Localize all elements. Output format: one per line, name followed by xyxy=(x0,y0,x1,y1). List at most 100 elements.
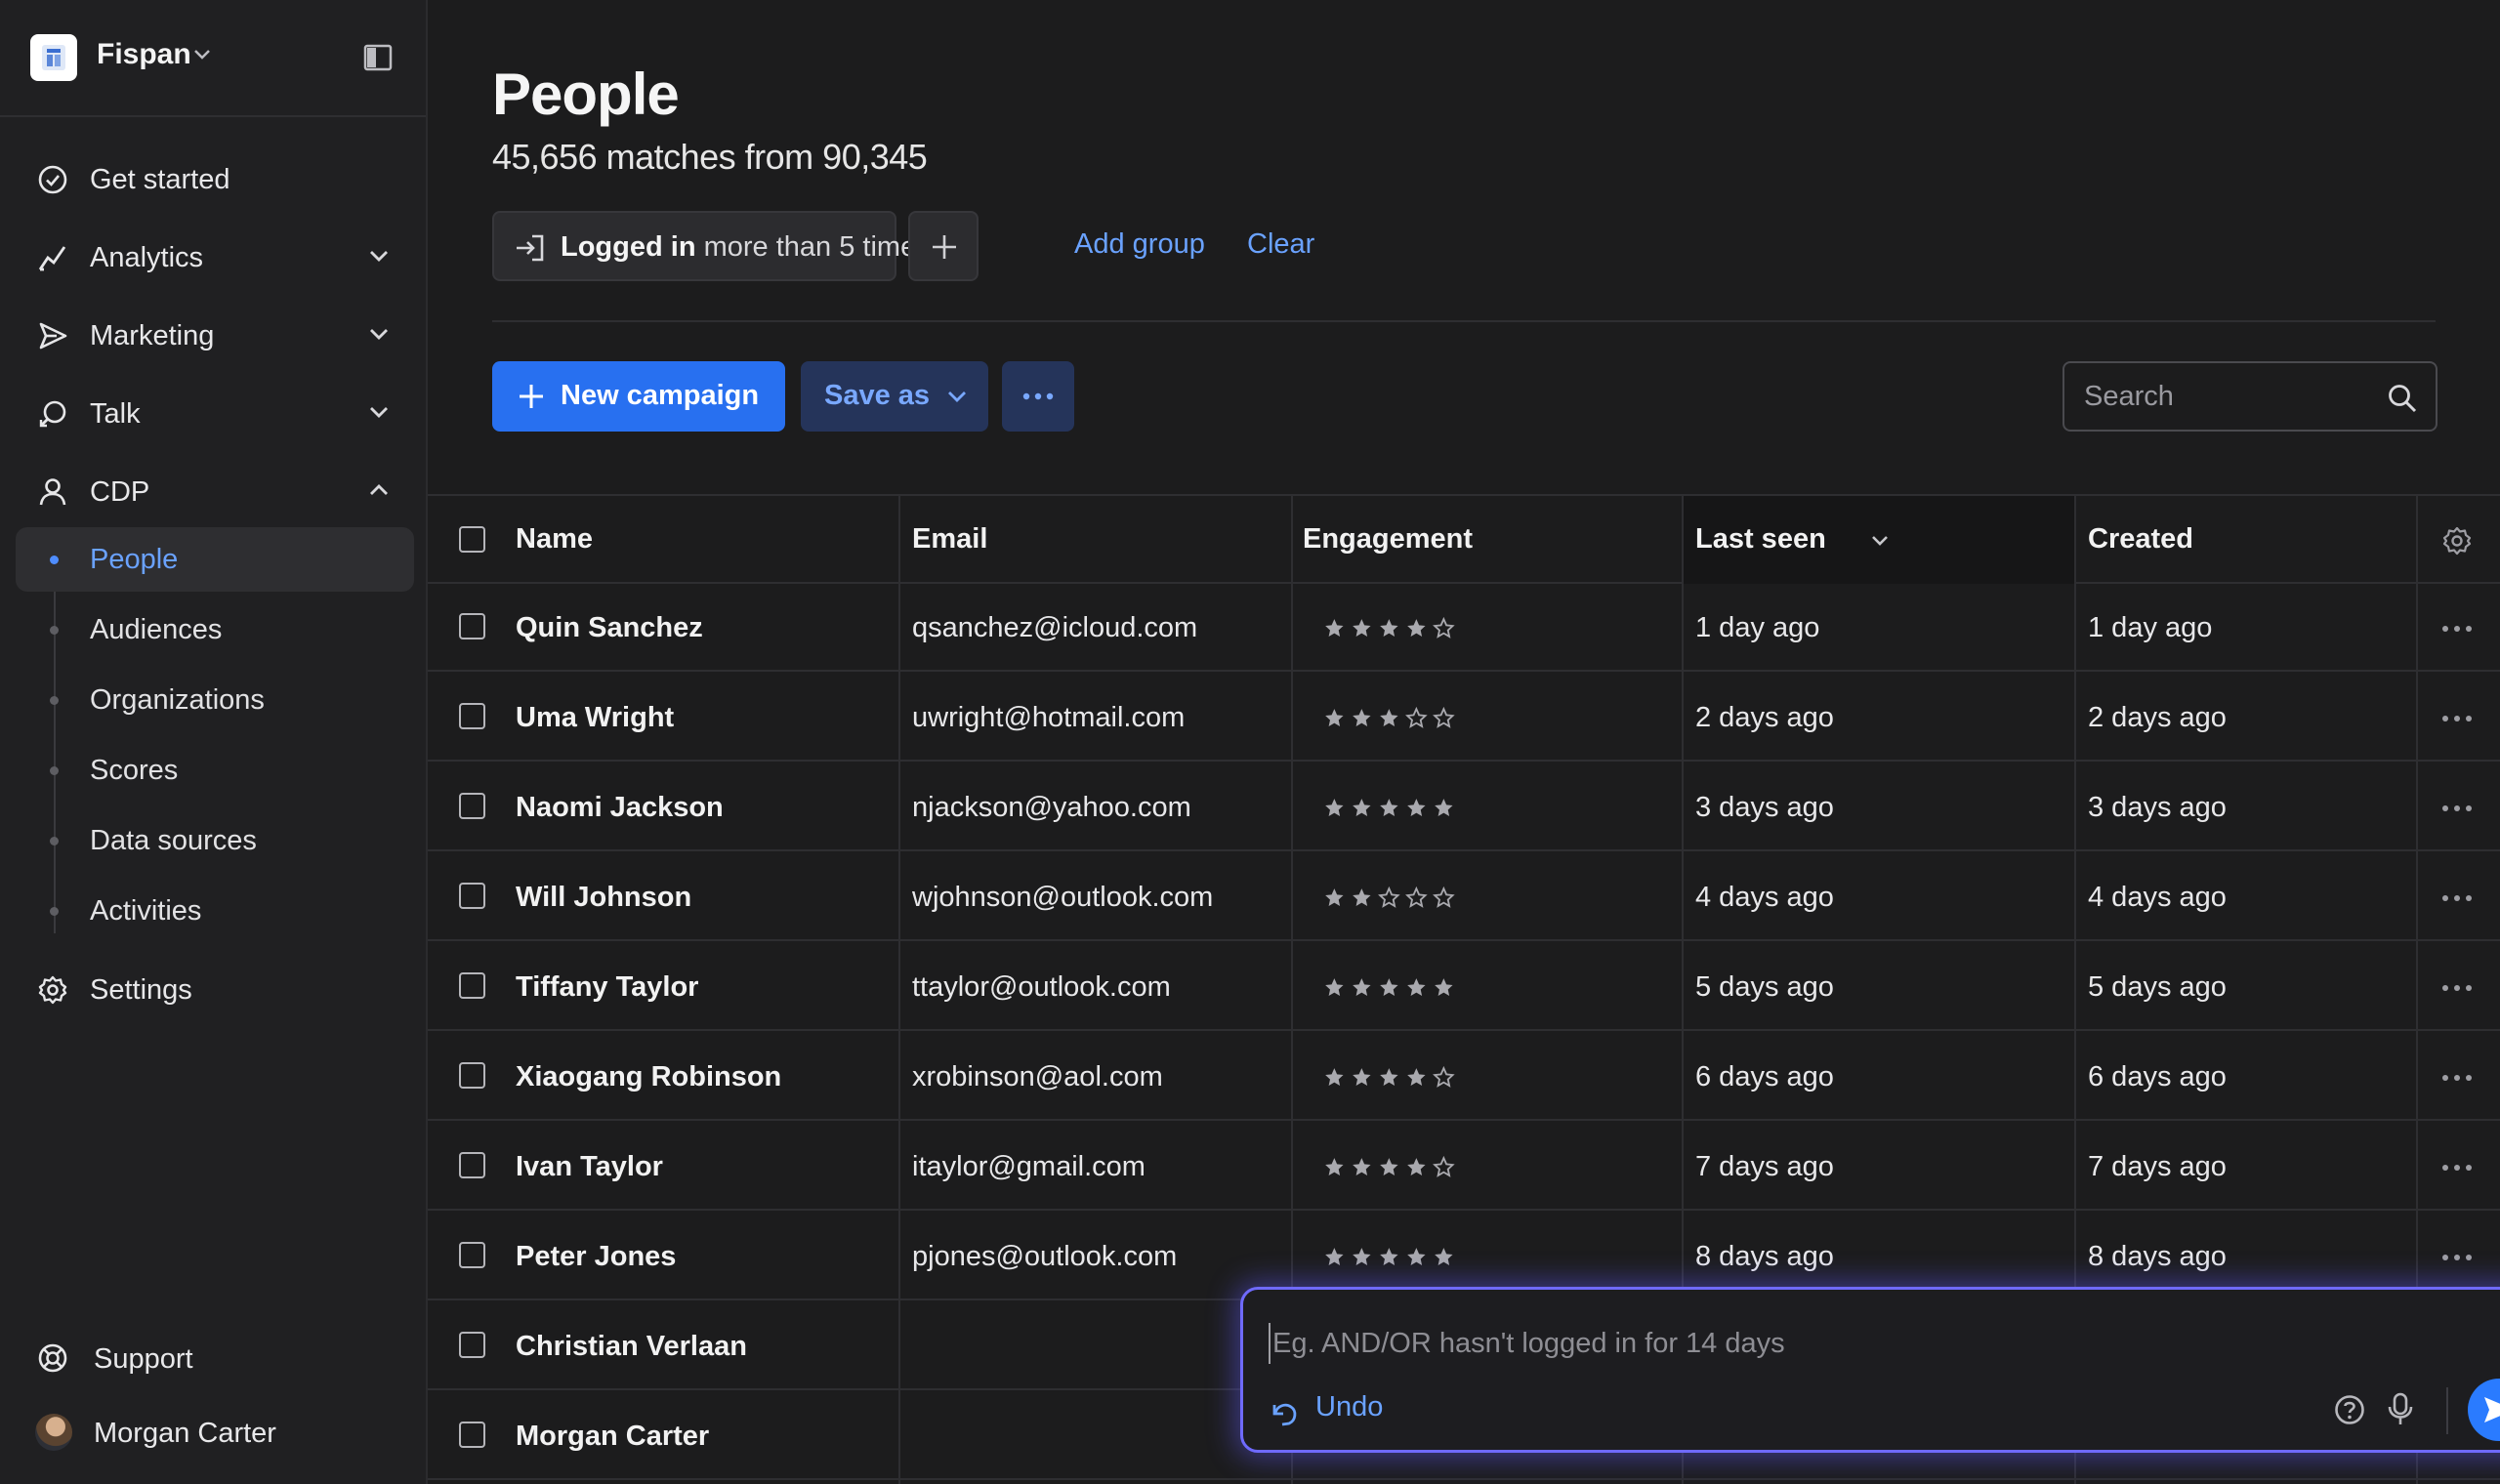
star-filled-icon xyxy=(1407,619,1426,637)
row-ellipsis-icon[interactable] xyxy=(2441,1164,2473,1172)
star-filled-icon xyxy=(1325,1068,1344,1086)
chevron-down-icon xyxy=(948,392,966,402)
gear-icon xyxy=(38,975,67,1005)
row-checkbox[interactable] xyxy=(459,883,485,909)
engagement-rating xyxy=(1325,1248,1453,1265)
row-checkbox[interactable] xyxy=(459,793,485,819)
column-header-last-seen[interactable]: Last seen xyxy=(1684,496,2074,584)
row-ellipsis-icon[interactable] xyxy=(2441,984,2473,992)
new-campaign-button[interactable]: New campaign xyxy=(492,361,785,432)
nav-marketing[interactable]: Marketing xyxy=(16,303,414,367)
nav-talk[interactable]: Talk xyxy=(16,381,414,445)
row-checkbox[interactable] xyxy=(459,613,485,639)
search-icon[interactable] xyxy=(2387,383,2418,414)
row-ellipsis-icon[interactable] xyxy=(2441,1074,2473,1082)
table-row[interactable]: Will Johnson wjohnson@outlook.com 4 days a… xyxy=(428,853,2500,941)
column-header-created[interactable]: Created xyxy=(2076,496,2408,584)
table-row[interactable]: Tiffany Taylor ttaylor@outlook.com 5 days … xyxy=(428,943,2500,1031)
cell-name: Morgan Carter xyxy=(516,1421,710,1452)
row-ellipsis-icon[interactable] xyxy=(2441,894,2473,902)
row-checkbox[interactable] xyxy=(459,972,485,999)
cell-email: itaylor@gmail.com xyxy=(912,1151,1146,1182)
nav-support[interactable]: Support xyxy=(16,1326,414,1390)
chart-line-icon xyxy=(38,246,66,271)
table-row[interactable]: Naomi Jackson njackson@yahoo.com 3 days ag… xyxy=(428,763,2500,851)
row-ellipsis-icon[interactable] xyxy=(2441,804,2473,812)
cell-last-seen: 3 days ago xyxy=(1695,792,1834,823)
star-empty-icon xyxy=(1433,706,1455,728)
sidebar-item-activities[interactable]: Activities xyxy=(16,879,414,943)
workspace-switcher[interactable]: Fispan xyxy=(0,0,426,117)
row-ellipsis-icon[interactable] xyxy=(2441,625,2473,633)
nav-get-started[interactable]: Get started xyxy=(16,146,414,211)
column-header-engagement[interactable]: Engagement xyxy=(1291,496,1633,584)
row-checkbox[interactable] xyxy=(459,1062,485,1089)
add-group-link[interactable]: Add group xyxy=(1074,228,1205,261)
prompt-input[interactable] xyxy=(1269,1323,2440,1364)
select-all-checkbox[interactable] xyxy=(459,526,485,553)
nav-analytics[interactable]: Analytics xyxy=(16,225,414,289)
sidebar-item-scores[interactable]: Scores xyxy=(16,738,414,803)
table-settings-gear-icon[interactable] xyxy=(2441,525,2473,556)
search-input[interactable] xyxy=(2084,377,2377,416)
filter-chip[interactable]: Logged in more than 5 times xyxy=(492,211,931,281)
undo-icon xyxy=(1272,1403,1297,1426)
star-filled-icon xyxy=(1325,1158,1344,1175)
more-actions-button[interactable] xyxy=(1002,361,1074,432)
sort-descending-icon xyxy=(1872,536,1888,546)
column-header-email[interactable]: Email xyxy=(900,496,1242,584)
row-checkbox[interactable] xyxy=(459,1422,485,1448)
nav-label: Analytics xyxy=(90,242,204,273)
star-filled-icon xyxy=(1380,709,1398,726)
prompt-divider xyxy=(2446,1387,2448,1434)
table-row[interactable]: Xiaogang Robinson xrobinson@aol.com 6 days… xyxy=(428,1033,2500,1121)
row-checkbox[interactable] xyxy=(459,1152,485,1178)
sidebar-item-people[interactable]: People xyxy=(16,527,414,592)
star-filled-icon xyxy=(1380,1248,1398,1265)
cell-last-seen: 5 days ago xyxy=(1695,971,1834,1003)
star-filled-icon xyxy=(1407,978,1426,996)
nav-settings[interactable]: Settings xyxy=(16,957,414,1021)
star-empty-icon xyxy=(1378,886,1400,908)
cell-created: 1 day ago xyxy=(2088,612,2213,643)
sidebar-item-data-sources[interactable]: Data sources xyxy=(16,808,414,873)
row-ellipsis-icon[interactable] xyxy=(2441,715,2473,722)
nav-cdp[interactable]: CDP xyxy=(16,459,414,523)
row-ellipsis-icon[interactable] xyxy=(2441,1254,2473,1261)
table-row[interactable]: Quin Sanchez qsanchez@icloud.com 1 day ago… xyxy=(428,584,2500,672)
star-filled-icon xyxy=(1435,1248,1453,1265)
sidebar-toggle-icon[interactable] xyxy=(363,43,393,72)
sidebar-item-organizations[interactable]: Organizations xyxy=(16,668,414,732)
cell-created: 7 days ago xyxy=(2088,1151,2227,1182)
workspace-logo xyxy=(30,34,77,81)
add-filter-button[interactable] xyxy=(908,211,979,281)
sidebar-item-audiences[interactable]: Audiences xyxy=(16,598,414,662)
user-profile[interactable]: Morgan Carter xyxy=(16,1400,414,1464)
search-field[interactable] xyxy=(2062,361,2438,432)
star-filled-icon xyxy=(1380,1158,1398,1175)
star-filled-icon xyxy=(1325,888,1344,906)
cell-name: Will Johnson xyxy=(516,882,692,913)
workspace-logo-icon xyxy=(42,45,65,70)
table-row[interactable]: Uma Wright uwright@hotmail.com 2 days ago 2… xyxy=(428,674,2500,762)
table-row[interactable]: Ivan Taylor itaylor@gmail.com 7 days ago 7 … xyxy=(428,1123,2500,1211)
microphone-icon[interactable] xyxy=(2386,1391,2415,1426)
star-filled-icon xyxy=(1407,1158,1426,1175)
cell-last-seen: 2 days ago xyxy=(1695,702,1834,733)
ai-filter-prompt: Undo xyxy=(1240,1287,2500,1453)
cell-created: 5 days ago xyxy=(2088,971,2227,1003)
star-empty-icon xyxy=(1405,886,1428,908)
save-as-button[interactable]: Save as xyxy=(801,361,988,432)
check-circle-icon xyxy=(38,165,67,194)
send-button[interactable] xyxy=(2468,1379,2500,1441)
row-checkbox[interactable] xyxy=(459,1332,485,1358)
sub-label: Activities xyxy=(90,895,202,927)
undo-label: Undo xyxy=(1315,1391,1384,1422)
cell-email: ttaylor@outlook.com xyxy=(912,971,1171,1003)
row-checkbox[interactable] xyxy=(459,703,485,729)
column-header-name[interactable]: Name xyxy=(516,496,838,584)
row-checkbox[interactable] xyxy=(459,1242,485,1268)
clear-filters-link[interactable]: Clear xyxy=(1247,228,1314,261)
help-icon[interactable] xyxy=(2333,1393,2366,1426)
star-filled-icon xyxy=(1407,1068,1426,1086)
